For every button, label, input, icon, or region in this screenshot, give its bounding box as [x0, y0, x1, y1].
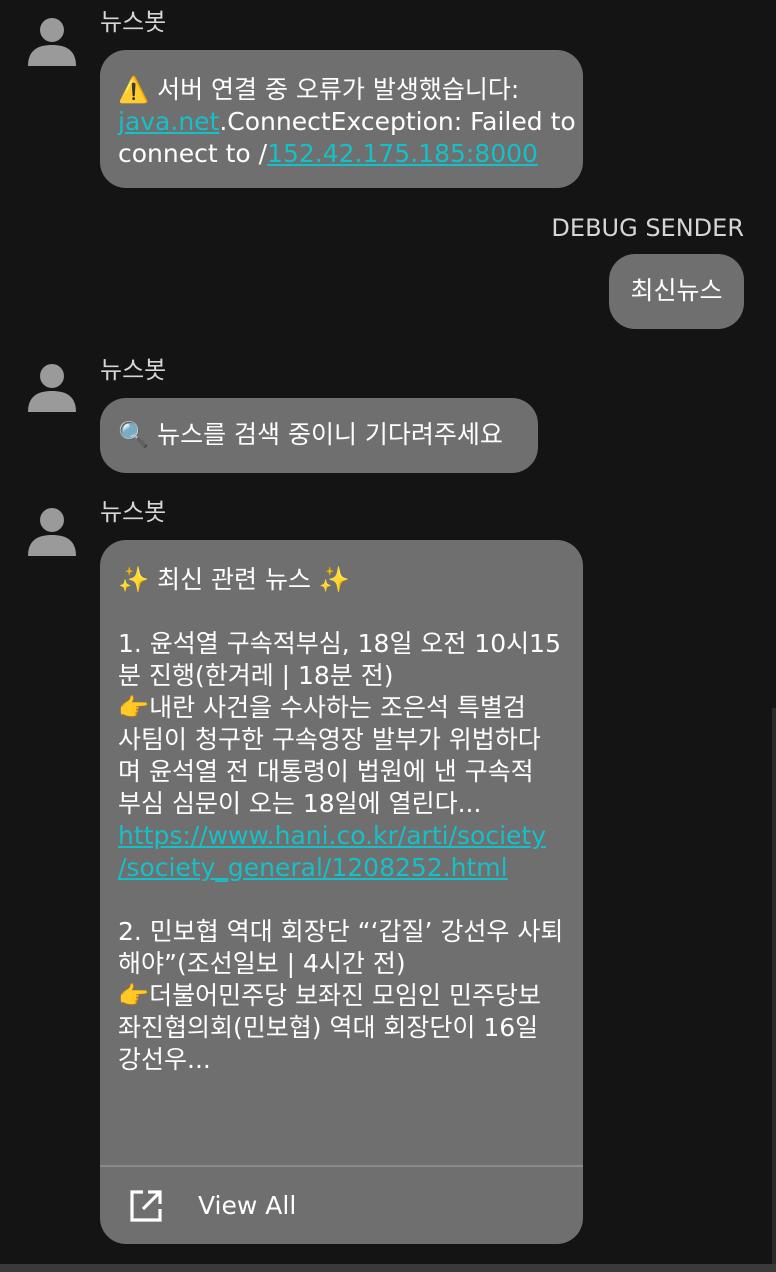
- error-message-bubble: ⚠️ 서버 연결 중 오류가 발생했습니다: java.net.ConnectE…: [100, 50, 583, 188]
- java-net-link[interactable]: java.net: [118, 107, 219, 136]
- bot-avatar[interactable]: [24, 12, 80, 68]
- news-card: ✨ 최신 관련 뉴스 ✨ 1. 윤석열 구속적부심, 18일 오전 10시15 …: [100, 540, 583, 1244]
- open-in-new-icon: [130, 1190, 162, 1222]
- chat-screen: 뉴스봇 ⚠️ 서버 연결 중 오류가 발생했습니다: java.net.Conn…: [0, 0, 776, 1272]
- news-1-summary: 👉내란 사건을 수사하는 조은석 특별검: [118, 693, 526, 722]
- news-1-summary: 며 윤석열 전 대통령이 법원에 낸 구속적: [118, 757, 534, 786]
- person-icon: [28, 508, 76, 556]
- user-sender-name: DEBUG SENDER: [551, 214, 744, 242]
- bot-avatar[interactable]: [24, 502, 80, 558]
- searching-message-bubble: 🔍 뉴스를 검색 중이니 기다려주세요: [100, 398, 538, 473]
- bottom-edge: [0, 1264, 776, 1272]
- view-all-button[interactable]: View All: [100, 1168, 583, 1244]
- window-edge: [772, 708, 776, 1268]
- news-card-content: ✨ 최신 관련 뉴스 ✨ 1. 윤석열 구속적부심, 18일 오전 10시15 …: [118, 564, 573, 1076]
- user-message-text: 최신뉴스: [630, 276, 723, 305]
- error-text-line: ⚠️ 서버 연결 중 오류가 발생했습니다:: [118, 75, 520, 104]
- news-2-summary: 👉더불어민주당 보좌진 모임인 민주당보: [118, 981, 541, 1010]
- person-icon: [28, 18, 76, 66]
- sender-name: 뉴스봇: [100, 498, 167, 526]
- news-1-summary: 사팀이 청구한 구속영장 발부가 위법하다: [118, 725, 541, 754]
- ip-address-link[interactable]: 152.42.175.185:8000: [267, 139, 538, 168]
- news-1-link[interactable]: /society_general/1208252.html: [118, 852, 573, 884]
- news-2-title: 2. 민보협 역대 회장단 “‘갑질’ 강선우 사퇴: [118, 917, 564, 946]
- news-1-summary: 부심 심문이 오는 18일에 열린다...: [118, 789, 482, 818]
- card-divider: [100, 1165, 583, 1167]
- news-1-link[interactable]: https://www.hani.co.kr/arti/society: [118, 820, 573, 852]
- news-2-title: 해야”(조선일보 | 4시간 전): [118, 949, 406, 978]
- bot-avatar[interactable]: [24, 358, 80, 414]
- news-1-title: 분 진행(한겨레 | 18분 전): [118, 661, 394, 690]
- view-all-label: View All: [198, 1191, 297, 1220]
- person-icon: [28, 364, 76, 412]
- searching-text: 🔍 뉴스를 검색 중이니 기다려주세요: [118, 420, 503, 449]
- sender-name: 뉴스봇: [100, 356, 167, 384]
- news-2-summary: 강선우...: [118, 1045, 211, 1074]
- user-message-bubble: 최신뉴스: [609, 254, 744, 329]
- sender-name: 뉴스봇: [100, 8, 167, 36]
- news-1-title: 1. 윤석열 구속적부심, 18일 오전 10시15: [118, 629, 561, 658]
- news-header: ✨ 최신 관련 뉴스 ✨: [118, 565, 351, 594]
- news-2-summary: 좌진협의회(민보협) 역대 회장단이 16일: [118, 1013, 539, 1042]
